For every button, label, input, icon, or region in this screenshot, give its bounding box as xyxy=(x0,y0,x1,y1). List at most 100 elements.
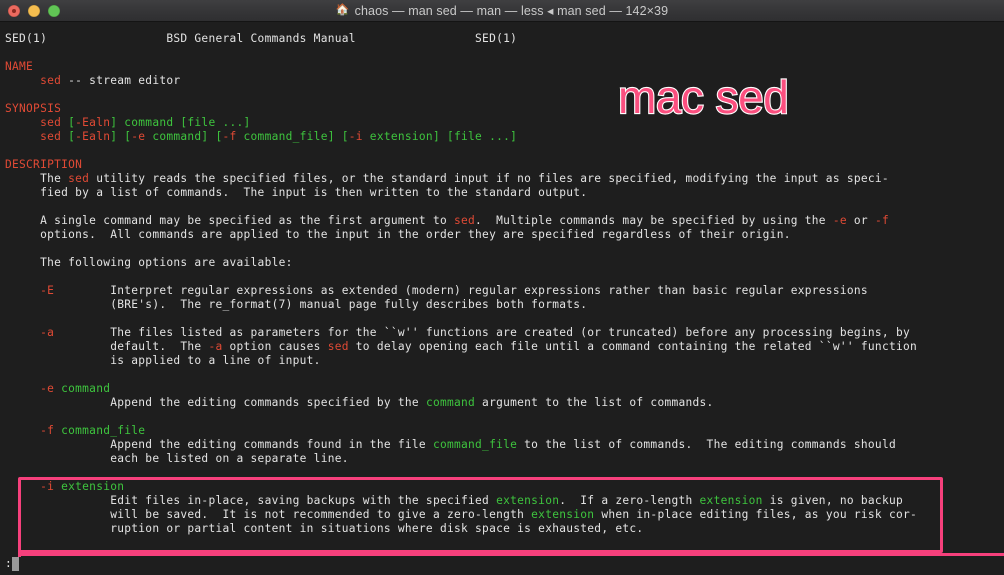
terminal-text-span: option causes xyxy=(222,340,328,353)
terminal-text-span: default. The xyxy=(5,340,209,353)
terminal-text-span: options. All commands are applied to the… xyxy=(5,228,791,241)
terminal-text-span: argument to the list of commands. xyxy=(475,396,714,409)
terminal-text-span xyxy=(5,480,40,493)
terminal-text-span: sed xyxy=(40,130,62,143)
annotation-label-mac-sed: mac sed xyxy=(617,70,790,124)
terminal-text-span: Append the editing commands found in the… xyxy=(5,438,433,451)
terminal-text-span: Interpret regular expressions as extende… xyxy=(54,284,868,297)
text-cursor xyxy=(11,557,19,571)
less-prompt-char: : xyxy=(5,557,12,570)
terminal-text-span: -E xyxy=(40,284,55,297)
terminal-text-span: command_file] [ xyxy=(236,130,349,143)
terminal-text-span: ] [ xyxy=(110,130,132,143)
terminal-line: fied by a list of commands. The input is… xyxy=(5,186,917,200)
terminal-text-span: -f xyxy=(222,130,237,143)
terminal-text-span: ruption or partial content in situations… xyxy=(5,522,644,535)
terminal-text-span: -e xyxy=(832,214,847,227)
terminal-line: -e command xyxy=(5,382,917,396)
terminal-text-span: command] [ xyxy=(145,130,223,143)
terminal-text-span: command_file xyxy=(61,424,146,437)
terminal-text-span: command_file xyxy=(432,438,518,451)
terminal-line: default. The -a option causes sed to del… xyxy=(5,340,917,354)
terminal-text-span: to the list of commands. The editing com… xyxy=(517,438,896,451)
terminal-text-span: when in-place editing files, as you risk… xyxy=(594,508,918,521)
terminal-text-span: -f xyxy=(40,424,55,437)
terminal-text-span: sed xyxy=(454,214,476,227)
terminal-text-span: extension xyxy=(699,494,763,507)
terminal-text-span: sed xyxy=(40,116,62,129)
terminal-text-span: -a xyxy=(208,340,223,353)
terminal-text-span: is given, no backup xyxy=(762,494,903,507)
terminal-text-span: sed xyxy=(40,74,62,87)
terminal-text-span: The following options are available: xyxy=(5,256,293,269)
terminal-text-span: is applied to a line of input. xyxy=(5,354,321,367)
terminal-text-span: -- stream editor xyxy=(61,74,181,87)
terminal-text-span: NAME xyxy=(5,60,34,73)
terminal-line: A single command may be specified as the… xyxy=(5,214,917,228)
terminal-text-span xyxy=(5,382,40,395)
terminal-text-span xyxy=(5,284,40,297)
terminal-line: Append the editing commands found in the… xyxy=(5,438,917,452)
terminal-text-span: -e xyxy=(40,382,55,395)
terminal-line: The following options are available: xyxy=(5,256,917,270)
terminal-text-span: -e xyxy=(131,130,146,143)
terminal-text-span: DESCRIPTION xyxy=(5,158,83,171)
terminal-window: 🏠 chaos — man sed — man — less ◂ man sed… xyxy=(0,0,1004,575)
terminal-text-span: The files listed as parameters for the `… xyxy=(54,326,910,339)
less-status-prompt[interactable]: : xyxy=(0,553,1004,575)
terminal-line: The sed utility reads the specified file… xyxy=(5,172,917,186)
terminal-line: will be saved. It is not recommended to … xyxy=(5,508,917,522)
annotation-highlight-tail-horizontal xyxy=(18,553,1004,556)
terminal-line: -a The files listed as parameters for th… xyxy=(5,326,917,340)
terminal-text-span: SED(1) BSD General Commands Manual SED(1… xyxy=(5,32,518,45)
terminal-text-span: extension] [file ...] xyxy=(362,130,518,143)
terminal-text-span: -Ealn xyxy=(75,130,111,143)
terminal-text-span: -a xyxy=(40,326,55,339)
window-title: 🏠 chaos — man sed — man — less ◂ man sed… xyxy=(0,3,1004,18)
terminal-text-span xyxy=(5,326,40,339)
terminal-text-span: Edit files in-place, saving backups with… xyxy=(5,494,497,507)
terminal-text-span: . If a zero-length xyxy=(559,494,700,507)
terminal-text-span: -i xyxy=(40,480,55,493)
terminal-text-span xyxy=(5,116,40,129)
terminal-text-span: -Ealn xyxy=(75,116,111,129)
terminal-line: options. All commands are applied to the… xyxy=(5,228,917,242)
window-titlebar[interactable]: 🏠 chaos — man sed — man — less ◂ man sed… xyxy=(0,0,1004,22)
terminal-text-span: -i xyxy=(348,130,363,143)
terminal-text-span: command xyxy=(425,396,476,409)
terminal-line: each be listed on a separate line. xyxy=(5,452,917,466)
terminal-line: SED(1) BSD General Commands Manual SED(1… xyxy=(5,32,917,46)
terminal-text-span: Append the editing commands specified by… xyxy=(5,396,426,409)
terminal-line: sed [-Ealn] [-e command] [-f command_fil… xyxy=(5,130,917,144)
terminal-body[interactable]: SED(1) BSD General Commands Manual SED(1… xyxy=(0,22,1004,553)
terminal-text-span: (BRE's). The re_format(7) manual page fu… xyxy=(5,298,588,311)
terminal-text-span: A single command may be specified as the… xyxy=(5,214,454,227)
terminal-text-span: each be listed on a separate line. xyxy=(5,452,349,465)
terminal-text-span: SYNOPSIS xyxy=(5,102,62,115)
terminal-line: -i extension xyxy=(5,480,917,494)
terminal-text-span: utility reads the specified files, or th… xyxy=(89,172,889,185)
terminal-line: (BRE's). The re_format(7) manual page fu… xyxy=(5,298,917,312)
terminal-text-span: to delay opening each file until a comma… xyxy=(348,340,918,353)
terminal-text-span: The xyxy=(5,172,69,185)
terminal-text-span xyxy=(5,424,40,437)
terminal-text-span: sed xyxy=(327,340,349,353)
terminal-text-span: command xyxy=(61,382,111,395)
terminal-text-span: extension xyxy=(496,494,560,507)
terminal-text-span: or xyxy=(846,214,875,227)
terminal-text-span: . Multiple commands may be specified by … xyxy=(475,214,833,227)
terminal-text-span: will be saved. It is not recommended to … xyxy=(5,508,532,521)
terminal-text-span: fied by a list of commands. The input is… xyxy=(5,186,588,199)
terminal-text-span: ] command [file ...] xyxy=(110,116,251,129)
terminal-text-span: extension xyxy=(61,480,125,493)
terminal-line: DESCRIPTION xyxy=(5,158,917,172)
terminal-text-span xyxy=(5,74,40,87)
